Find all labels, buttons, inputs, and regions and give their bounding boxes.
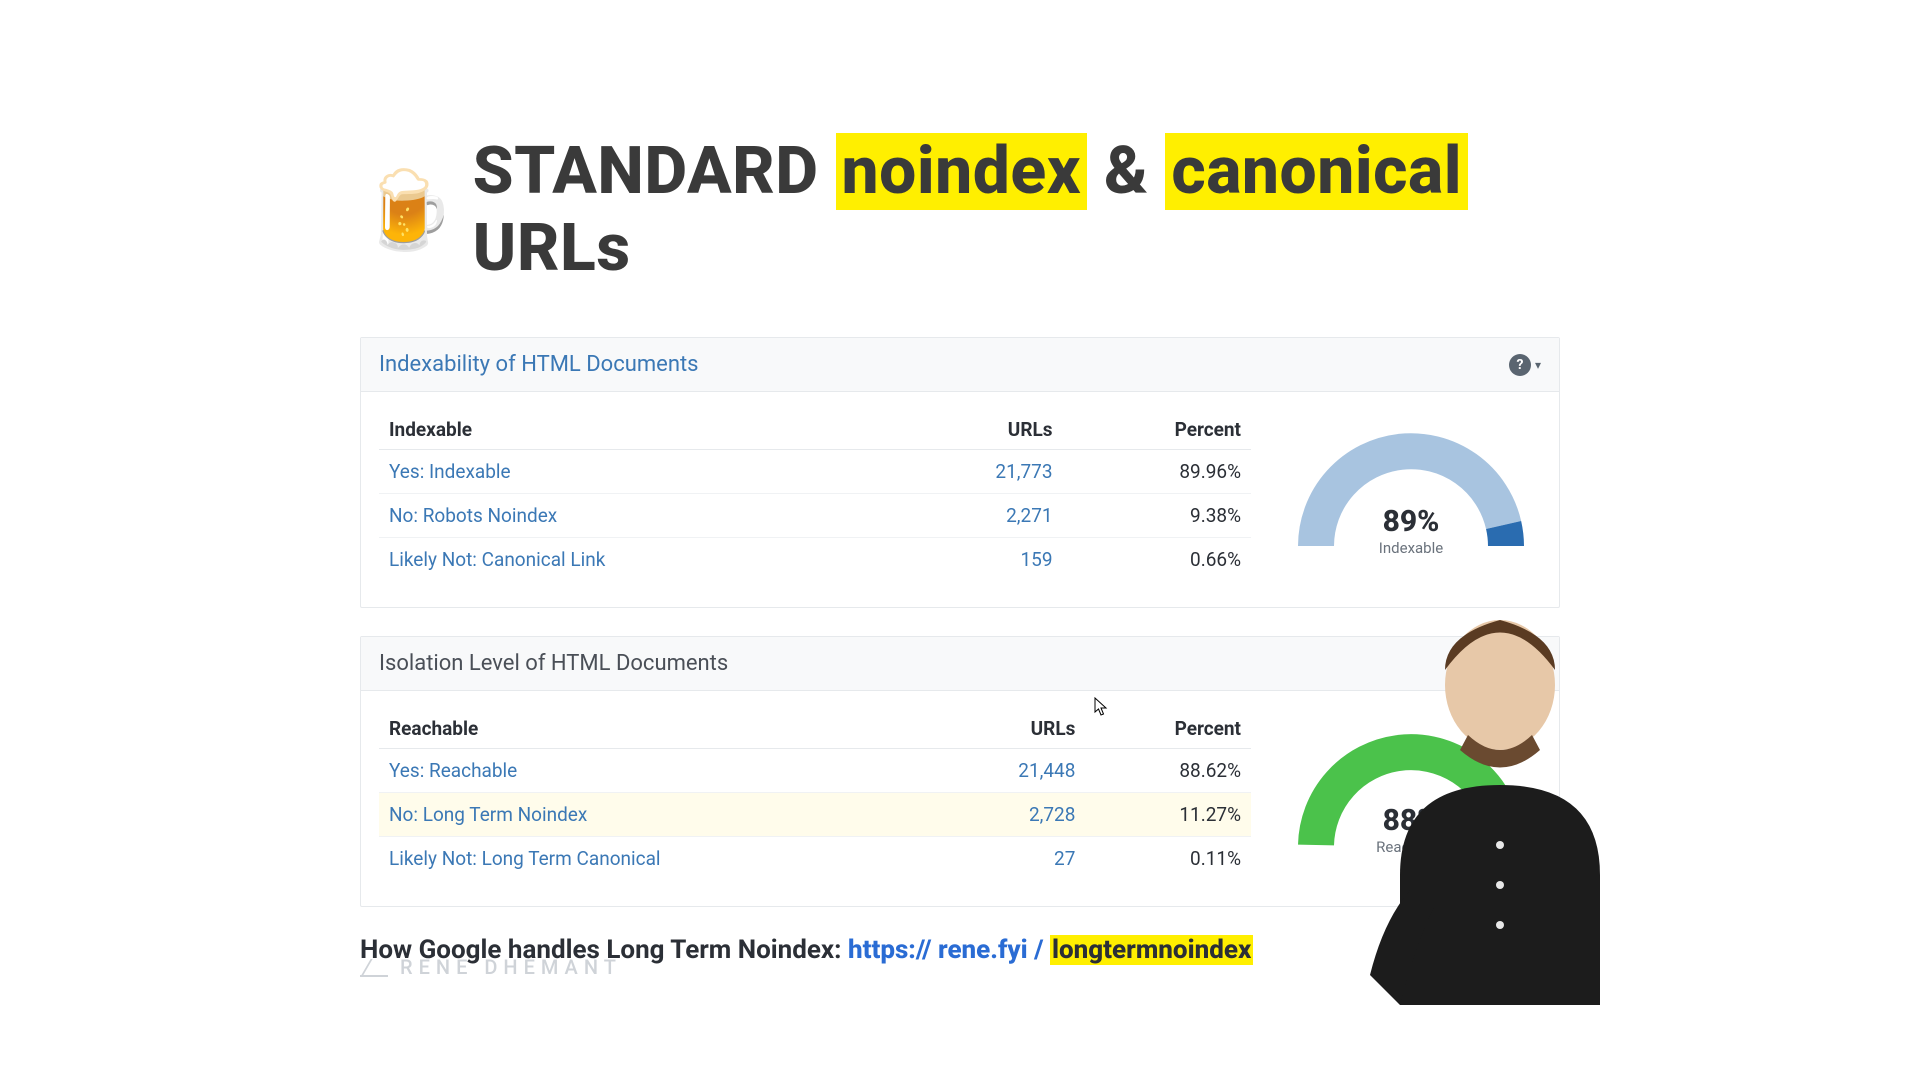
col-reachable: Reachable [379,709,938,749]
panel-indexability: Indexability of HTML Documents ? ▾ Index… [360,337,1560,608]
row-urls[interactable]: 159 [894,538,1062,582]
footer-url-prefix[interactable]: https:// rene.fyi / [848,935,1044,965]
title-highlight-canonical: canonical [1165,133,1468,210]
gauge-percent: 89% [1296,504,1526,539]
chevron-down-icon: ▾ [1535,358,1541,372]
col-indexable: Indexable [379,410,894,450]
watermark: RENE DHEMANT [360,955,622,979]
row-label[interactable]: Yes: Indexable [379,450,894,494]
row-pct: 89.96% [1063,450,1251,494]
row-label[interactable]: No: Long Term Noindex [379,793,938,837]
title-word1: STANDARD [473,133,819,210]
row-urls[interactable]: 2,728 [938,793,1086,837]
row-pct: 9.38% [1063,494,1251,538]
row-pct: 88.62% [1085,749,1251,793]
title-highlight-noindex: noindex [836,133,1088,210]
row-urls[interactable]: 21,448 [938,749,1086,793]
watermark-icon [360,957,388,977]
row-pct: 0.11% [1085,837,1251,881]
table-row: Likely Not: Canonical Link 159 0.66% [379,538,1251,582]
row-pct: 0.66% [1063,538,1251,582]
row-label[interactable]: Yes: Reachable [379,749,938,793]
presenter-video [1340,575,1640,1005]
table-row-highlight: No: Long Term Noindex 2,728 11.27% [379,793,1251,837]
help-icon: ? [1509,354,1531,376]
col-percent: Percent [1063,410,1251,450]
page-title: STANDARD noindex & canonical URLs [473,133,1560,287]
panel-title: Indexability of HTML Documents [379,352,699,377]
slide: 🍺 STANDARD noindex & canonical URLs Inde… [240,83,1680,1005]
beer-icon: 🍺 [360,172,455,248]
indexability-table: Indexable URLs Percent Yes: Indexable 21… [379,410,1251,581]
col-urls: URLs [894,410,1062,450]
col-urls: URLs [938,709,1086,749]
gauge-indexable: 89% Indexable [1281,410,1541,581]
table-row: No: Robots Noindex 2,271 9.38% [379,494,1251,538]
panel-header-indexability: Indexability of HTML Documents ? ▾ [361,338,1559,392]
table-row: Yes: Indexable 21,773 89.96% [379,450,1251,494]
table-row: Yes: Reachable 21,448 88.62% [379,749,1251,793]
row-label[interactable]: Likely Not: Canonical Link [379,538,894,582]
table-row: Likely Not: Long Term Canonical 27 0.11% [379,837,1251,881]
watermark-text: RENE DHEMANT [400,955,622,979]
gauge-sublabel: Indexable [1296,539,1526,557]
row-label[interactable]: Likely Not: Long Term Canonical [379,837,938,881]
row-pct: 11.27% [1085,793,1251,837]
row-urls[interactable]: 2,271 [894,494,1062,538]
row-urls[interactable]: 27 [938,837,1086,881]
title-amp: & [1104,133,1148,210]
panel-title: Isolation Level of HTML Documents [379,651,728,676]
col-percent: Percent [1085,709,1251,749]
row-label[interactable]: No: Robots Noindex [379,494,894,538]
title-word5: URLs [473,210,631,287]
help-button[interactable]: ? ▾ [1509,354,1541,376]
row-urls[interactable]: 21,773 [894,450,1062,494]
isolation-table: Reachable URLs Percent Yes: Reachable 21… [379,709,1251,880]
footer-url-slug[interactable]: longtermnoindex [1050,935,1253,965]
title-row: 🍺 STANDARD noindex & canonical URLs [360,133,1560,287]
